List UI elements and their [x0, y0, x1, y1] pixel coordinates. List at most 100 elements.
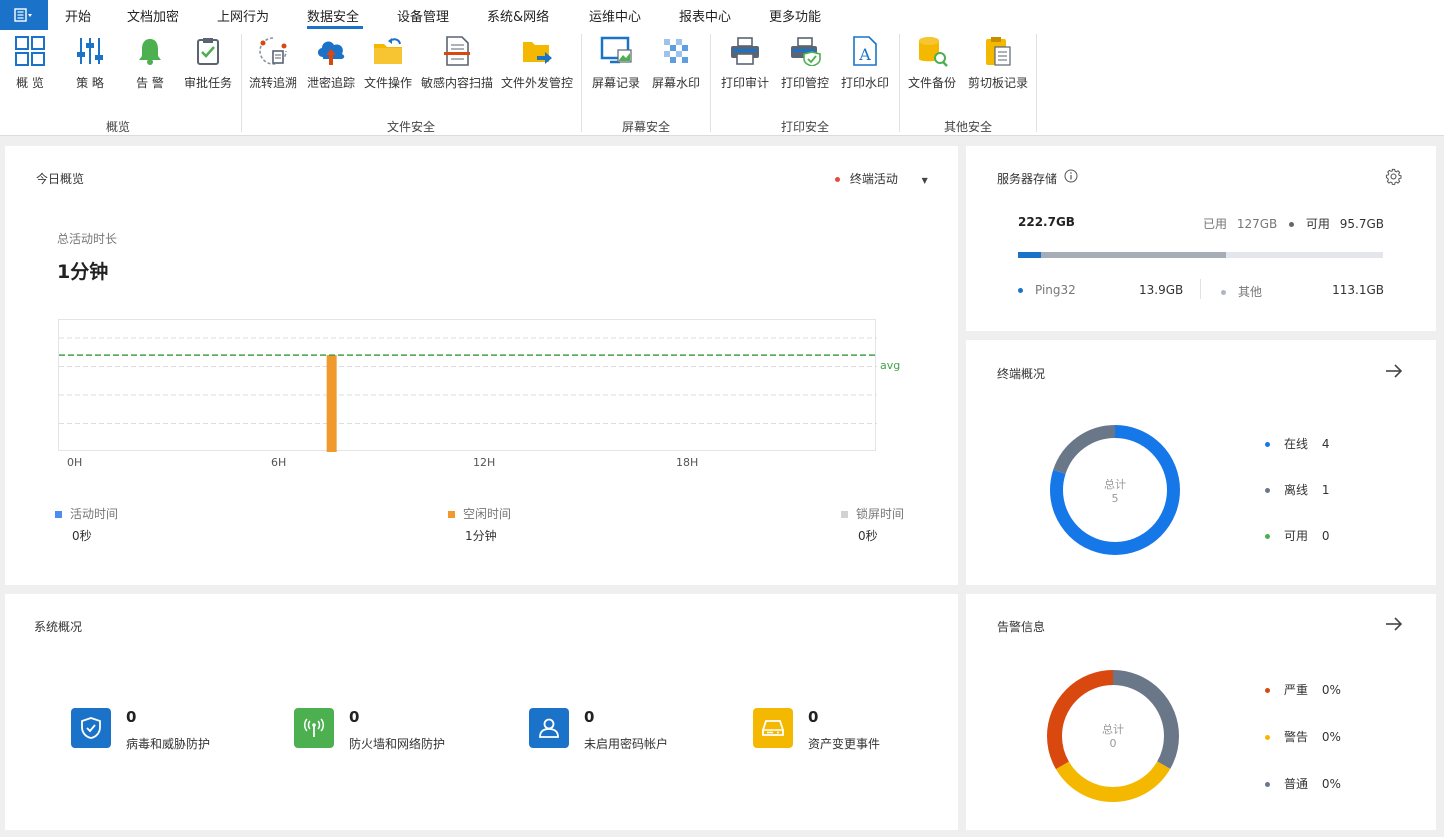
- tab-report-center[interactable]: 报表中心: [679, 6, 731, 25]
- app-menu-button[interactable]: [0, 0, 48, 30]
- overview-button-label: 概 览: [16, 76, 44, 90]
- status-dot: [835, 177, 840, 182]
- group-label-print-security: 打印安全: [780, 120, 830, 134]
- checker-watermark-icon: [664, 39, 688, 63]
- stat-asset-label: 资产变更事件: [808, 737, 881, 751]
- print-watermark-button[interactable]: A 打印水印: [839, 34, 891, 91]
- legend-dot: [1018, 288, 1023, 293]
- screen-watermark-button[interactable]: 屏幕水印: [650, 34, 702, 91]
- leak-trace-button[interactable]: 泄密追踪: [305, 34, 357, 91]
- separator-dot: [1289, 222, 1295, 227]
- tab-system-network[interactable]: 系统&网络: [487, 6, 549, 25]
- clipboard-record-button[interactable]: 剪切板记录: [966, 34, 1030, 91]
- storage-usage-summary: 已用 127GB 可用 95.7GB: [1203, 215, 1384, 232]
- user-icon: [529, 708, 569, 748]
- tab-data-security[interactable]: 数据安全: [307, 6, 359, 25]
- arrow-right-icon[interactable]: [1384, 615, 1404, 633]
- cloud-upload-icon: [317, 41, 345, 65]
- stat-password-value: 0: [584, 708, 595, 726]
- bell-icon: [139, 39, 161, 65]
- storage-item-value: 113.1GB: [1332, 283, 1384, 297]
- legend-lock-time: 锁屏时间: [841, 505, 904, 522]
- used-label: 已用: [1202, 217, 1227, 231]
- folder-send-icon: [523, 42, 552, 64]
- legend-label: 离线: [1284, 483, 1309, 497]
- print-control-button[interactable]: 打印管控: [779, 34, 831, 91]
- flow-trace-button[interactable]: 流转追溯: [246, 34, 300, 91]
- tab-start[interactable]: 开始: [65, 6, 91, 25]
- gear-icon[interactable]: [1385, 168, 1402, 185]
- group-label-overview: 概览: [105, 120, 131, 134]
- group-label-other-security: 其他安全: [943, 120, 993, 134]
- approval-task-button[interactable]: 审批任务: [182, 34, 234, 91]
- shield-icon: [71, 708, 111, 748]
- sliders-icon: [77, 38, 103, 64]
- activity-chart-svg: [59, 337, 877, 452]
- terminal-activity-label: 终端活动: [849, 172, 898, 186]
- legend-active-time: 活动时间: [55, 505, 118, 522]
- legend-value: 0: [1321, 529, 1330, 543]
- screen-record-button[interactable]: 屏幕记录: [590, 34, 642, 91]
- overview-button[interactable]: 概 览: [8, 34, 52, 91]
- document-letter-icon: A: [853, 36, 877, 66]
- arrow-right-icon[interactable]: [1384, 362, 1404, 380]
- app-menu-icon: [14, 8, 32, 22]
- stat-asset-value: 0: [808, 708, 819, 726]
- file-outbound-control-button[interactable]: 文件外发管控: [500, 34, 574, 91]
- printer-shield-icon: [791, 37, 821, 66]
- stat-firewall-value: 0: [349, 708, 360, 726]
- terminal-legend-available: 可用 0: [1265, 527, 1329, 544]
- x-tick-label: 0H: [67, 456, 83, 469]
- group-label-screen-security: 屏幕安全: [621, 120, 671, 134]
- screen-watermark-button-label: 屏幕水印: [651, 76, 700, 90]
- alert-button[interactable]: 告 警: [128, 34, 172, 91]
- legend-label: 普通: [1284, 777, 1309, 791]
- legend-value: 4: [1321, 437, 1330, 451]
- free-value: 95.7GB: [1339, 217, 1384, 231]
- legend-label: 空闲时间: [463, 507, 512, 521]
- used-value: 127GB: [1236, 217, 1278, 231]
- storage-total: 222.7GB: [1018, 215, 1075, 229]
- legend-value: 0%: [1321, 730, 1341, 744]
- legend-dot: [1265, 782, 1270, 787]
- sensitive-scan-button[interactable]: 敏感内容扫描: [420, 34, 494, 91]
- tab-device-management[interactable]: 设备管理: [397, 6, 449, 25]
- print-audit-button[interactable]: 打印审计: [719, 34, 771, 91]
- clipboard-check-icon: [197, 38, 219, 65]
- policy-button[interactable]: 策 略: [68, 34, 112, 91]
- legend-dot: [1265, 442, 1270, 447]
- active-time-value: 0秒: [72, 529, 92, 543]
- file-operation-button[interactable]: 文件操作: [362, 34, 414, 91]
- terminal-activity-dropdown[interactable]: 终端活动 ▼: [835, 170, 928, 187]
- legend-dot: [1265, 534, 1270, 539]
- folder-arrow-icon: [374, 38, 402, 64]
- policy-button-label: 策 略: [76, 76, 104, 90]
- tab-doc-encrypt[interactable]: 文档加密: [127, 6, 179, 25]
- info-icon[interactable]: [1064, 169, 1078, 183]
- printer-icon: [731, 37, 759, 65]
- donut-center-value: 0: [1109, 737, 1117, 750]
- legend-dot: [1221, 290, 1226, 295]
- clipboard-icon: [986, 37, 1011, 66]
- screen-record-button-label: 屏幕记录: [591, 76, 640, 90]
- file-backup-button[interactable]: 文件备份: [906, 34, 958, 91]
- file-backup-button-label: 文件备份: [907, 76, 956, 90]
- x-tick-label: 12H: [473, 456, 496, 469]
- legend-swatch: [55, 511, 62, 518]
- lock-time-value: 0秒: [858, 529, 878, 543]
- tab-ops-center[interactable]: 运维中心: [589, 6, 641, 25]
- active-tab-indicator: [307, 26, 363, 29]
- storage-used-fill: [1018, 252, 1227, 258]
- grid-icon: [15, 36, 45, 66]
- legend-swatch: [841, 511, 848, 518]
- system-overview-title: 系统概况: [34, 620, 83, 634]
- tab-web-behavior[interactable]: 上网行为: [217, 6, 269, 25]
- tab-more-features[interactable]: 更多功能: [769, 6, 821, 25]
- stat-password-label: 未启用密码帐户: [584, 737, 669, 751]
- alert-legend-critical: 严重 0%: [1265, 681, 1341, 698]
- group-separator: [899, 34, 900, 132]
- storage-item-other: 其他: [1221, 283, 1262, 300]
- flow-trace-icon: [259, 37, 287, 65]
- donut-center-label: 总计: [1102, 723, 1124, 736]
- print-watermark-button-label: 打印水印: [840, 76, 889, 90]
